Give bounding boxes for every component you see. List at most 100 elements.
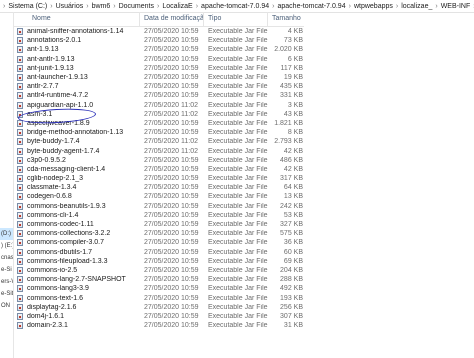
file-name-cell[interactable]: byte-buddy-agent-1.7.4 (14, 147, 140, 155)
file-row[interactable]: commons-io-2.5 27/05/2020 10:59 Executable… (14, 266, 304, 275)
navigation-pane[interactable]: (D:)) (E:)cnase-Siers-We-SitON (0, 12, 14, 358)
file-name-cell[interactable]: commons-compiler-3.0.7 (14, 239, 140, 247)
file-name-cell[interactable]: antlr4-runtime-4.7.2 (14, 92, 140, 100)
nav-item[interactable]: ON (0, 300, 13, 312)
file-row[interactable]: antlr-2.7.7 27/05/2020 10:59 Executable Ja… (14, 82, 304, 91)
nav-item[interactable]: e-Si (0, 264, 13, 276)
file-row[interactable]: c3p0-0.9.5.2 27/05/2020 10:59 Executable J… (14, 156, 304, 165)
file-row[interactable]: commons-collections-3.2.2 27/05/2020 10:5… (14, 229, 304, 238)
file-name-cell[interactable]: displaytag-2.1.6 (14, 303, 140, 311)
file-name-cell[interactable]: ant-junit-1.9.13 (14, 64, 140, 72)
file-name-cell[interactable]: bridge-method-annotation-1.13 (14, 129, 140, 137)
nav-item[interactable]: ers-W (0, 276, 13, 288)
file-row[interactable]: aspectjweaver-1.8.9 27/05/2020 10:59 Execu… (14, 119, 304, 128)
breadcrumb-item[interactable]: Documents (119, 3, 154, 10)
file-row[interactable]: byte-buddy-1.7.4 27/05/2020 11:02 Executab… (14, 137, 304, 146)
breadcrumb-item[interactable]: LocalizaE (162, 3, 192, 10)
file-name-cell[interactable]: commons-text-1.6 (14, 294, 140, 302)
file-name-cell[interactable]: dom4j-1.6.1 (14, 312, 140, 320)
nav-item[interactable] (0, 216, 13, 228)
nav-item[interactable] (0, 96, 13, 108)
file-row[interactable]: animal-sniffer-annotations-1.14 27/05/202… (14, 27, 304, 36)
breadcrumb-separator-icon[interactable]: › (3, 3, 5, 10)
nav-item[interactable] (0, 204, 13, 216)
file-row[interactable]: asm-3.1 27/05/2020 11:02 Executable Jar Fi… (14, 110, 304, 119)
file-name-cell[interactable]: commons-fileupload-1.3.3 (14, 257, 140, 265)
breadcrumb-item[interactable]: localizae_ (401, 3, 432, 10)
file-name-cell[interactable]: annotations-2.0.1 (14, 37, 140, 45)
breadcrumb-separator-icon[interactable]: › (86, 3, 88, 10)
nav-item[interactable] (0, 120, 13, 132)
file-row[interactable]: commons-lang-2.7-SNAPSHOT 27/05/2020 10:5… (14, 275, 304, 284)
file-name-cell[interactable]: ant-1.9.13 (14, 46, 140, 54)
breadcrumb-item[interactable]: apache-tomcat-7.0.94 (201, 3, 269, 10)
file-row[interactable]: dom4j-1.6.1 27/05/2020 10:59 Executable Ja… (14, 312, 304, 321)
file-row[interactable]: ant-launcher-1.9.13 27/05/2020 10:59 Execu… (14, 73, 304, 82)
column-type-header[interactable]: Tipo (204, 12, 268, 26)
nav-item[interactable] (0, 168, 13, 180)
file-row[interactable]: commons-codec-1.11 27/05/2020 10:59 Execut… (14, 220, 304, 229)
breadcrumb-separator-icon[interactable]: › (435, 3, 437, 10)
file-name-cell[interactable]: byte-buddy-1.7.4 (14, 138, 140, 146)
nav-item[interactable] (0, 156, 13, 168)
breadcrumb-separator-icon[interactable]: › (157, 3, 159, 10)
file-row[interactable]: annotations-2.0.1 27/05/2020 10:59 Executa… (14, 36, 304, 45)
nav-item[interactable]: e-Sit (0, 288, 13, 300)
nav-item[interactable] (0, 60, 13, 72)
file-name-cell[interactable]: commons-collections-3.2.2 (14, 230, 140, 238)
file-name-cell[interactable]: ant-launcher-1.9.13 (14, 74, 140, 82)
breadcrumb-item[interactable]: WEB-INF (441, 3, 471, 10)
file-name-cell[interactable]: commons-beanutils-1.9.3 (14, 202, 140, 210)
file-name-cell[interactable]: domain-2.3.1 (14, 322, 140, 330)
file-name-cell[interactable]: cglib-nodep-2.1_3 (14, 175, 140, 183)
file-name-cell[interactable]: commons-lang3-3.9 (14, 285, 140, 293)
column-name-header[interactable]: Nome (14, 12, 140, 26)
column-size-header[interactable]: Tamanho (268, 12, 304, 26)
file-name-cell[interactable]: asm-3.1 (14, 110, 140, 118)
nav-item[interactable] (0, 192, 13, 204)
nav-item[interactable]: (D:) (0, 228, 13, 240)
file-row[interactable]: ant-1.9.13 27/05/2020 10:59 Executable Jar… (14, 45, 304, 54)
breadcrumb-separator-icon[interactable]: › (113, 3, 115, 10)
file-row[interactable]: commons-cli-1.4 27/05/2020 10:59 Executabl… (14, 211, 304, 220)
file-name-cell[interactable]: commons-lang-2.7-SNAPSHOT (14, 276, 140, 284)
file-name-cell[interactable]: apiguardian-api-1.1.0 (14, 101, 140, 109)
nav-item[interactable]: cnas (0, 252, 13, 264)
file-name-cell[interactable]: commons-io-2.5 (14, 266, 140, 274)
file-row[interactable]: commons-lang3-3.9 27/05/2020 10:59 Executa… (14, 284, 304, 293)
breadcrumb-separator-icon[interactable]: › (396, 3, 398, 10)
file-row[interactable]: displaytag-2.1.6 27/05/2020 10:59 Executab… (14, 303, 304, 312)
column-date-header[interactable]: Data de modificação (140, 12, 204, 26)
nav-item[interactable] (0, 72, 13, 84)
file-row[interactable]: byte-buddy-agent-1.7.4 27/05/2020 11:02 Ex… (14, 146, 304, 155)
file-name-cell[interactable]: commons-codec-1.11 (14, 221, 140, 229)
breadcrumb-separator-icon[interactable]: › (50, 3, 52, 10)
breadcrumb-item[interactable]: Sistema (C:) (8, 3, 47, 10)
file-row[interactable]: antlr4-runtime-4.7.2 27/05/2020 10:59 Exec… (14, 91, 304, 100)
file-row[interactable]: ant-antlr-1.9.13 27/05/2020 10:59 Executab… (14, 55, 304, 64)
file-name-cell[interactable]: classmate-1.3.4 (14, 184, 140, 192)
nav-item[interactable]: ) (E:) (0, 240, 13, 252)
file-row[interactable]: commons-text-1.6 27/05/2020 10:59 Executab… (14, 293, 304, 302)
file-row[interactable]: bridge-method-annotation-1.13 27/05/2020 … (14, 128, 304, 137)
file-name-cell[interactable]: aspectjweaver-1.8.9 (14, 119, 140, 127)
file-name-cell[interactable]: c3p0-0.9.5.2 (14, 156, 140, 164)
breadcrumb-item[interactable]: Usuários (56, 3, 84, 10)
file-name-cell[interactable]: commons-dbutils-1.7 (14, 248, 140, 256)
file-row[interactable]: cglib-nodep-2.1_3 27/05/2020 10:59 Executa… (14, 174, 304, 183)
file-row[interactable]: commons-fileupload-1.3.3 27/05/2020 10:59… (14, 257, 304, 266)
nav-item[interactable] (0, 12, 13, 24)
file-name-cell[interactable]: antlr-2.7.7 (14, 83, 140, 91)
nav-item[interactable] (0, 24, 13, 36)
nav-item[interactable] (0, 36, 13, 48)
file-name-cell[interactable]: cda-messaging-client-1.4 (14, 165, 140, 173)
file-row[interactable]: commons-dbutils-1.7 27/05/2020 10:59 Execu… (14, 248, 304, 257)
file-name-cell[interactable]: ant-antlr-1.9.13 (14, 55, 140, 63)
file-name-cell[interactable]: commons-cli-1.4 (14, 211, 140, 219)
file-row[interactable]: ant-junit-1.9.13 27/05/2020 10:59 Executab… (14, 64, 304, 73)
breadcrumb-separator-icon[interactable]: › (196, 3, 198, 10)
file-row[interactable]: cda-messaging-client-1.4 27/05/2020 10:59… (14, 165, 304, 174)
file-row[interactable]: domain-2.3.1 27/05/2020 10:59 Executable J… (14, 321, 304, 330)
file-name-cell[interactable]: animal-sniffer-annotations-1.14 (14, 28, 140, 36)
breadcrumb-item[interactable]: wtpwebapps (354, 3, 393, 10)
